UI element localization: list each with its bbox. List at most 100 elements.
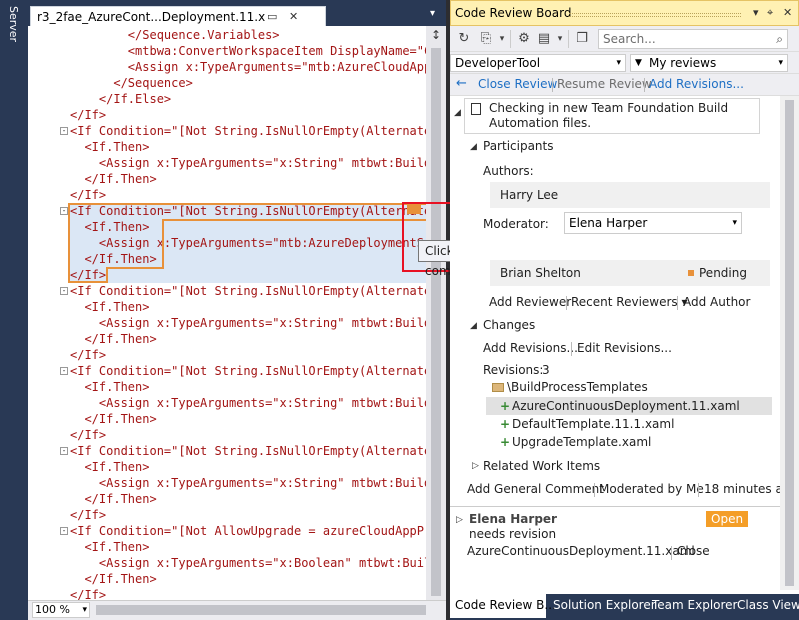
related-work-items-header[interactable]: Related Work Items <box>483 459 600 473</box>
document-tab[interactable]: r3_2fae_AzureCont...Deployment.11.xaml ▭… <box>30 6 326 26</box>
panel-toolbar: ↻ ⎘ ▾ ⚙ ▤ ▾ ❐ Search... ⌕ <box>450 26 799 52</box>
separator <box>566 296 567 310</box>
add-author-link[interactable]: Add Author <box>683 295 750 309</box>
expand-triangle-icon[interactable]: ▷ <box>456 515 463 525</box>
code-area[interactable]: </Sequence.Variables> <mtbwa:ConvertWork… <box>28 26 426 600</box>
chevron-down-icon[interactable]: ▾ <box>492 30 512 48</box>
code-line: <Assign x:TypeArguments="x:String" mtbwt… <box>70 316 426 330</box>
panel-scrollbar[interactable] <box>780 96 799 590</box>
changes-header[interactable]: Changes <box>483 318 535 332</box>
search-icon[interactable]: ⌕ <box>776 30 783 48</box>
code-line: </If> <box>70 188 107 202</box>
scroll-thumb[interactable] <box>785 100 794 586</box>
ide-window: Server Explorer r3_2fae_AzureCont...Depl… <box>0 0 799 620</box>
close-comment-link[interactable]: Close <box>677 544 710 558</box>
filter-select[interactable]: ▼ My reviews ▾ <box>630 54 788 72</box>
scroll-thumb[interactable] <box>431 48 441 596</box>
comment-outline <box>106 267 164 269</box>
tab-class-view[interactable]: Class View <box>737 594 799 618</box>
expand-triangle-icon[interactable]: ▷ <box>472 461 479 471</box>
add-revisions-link[interactable]: Add Revisions... <box>649 74 744 94</box>
close-review-link[interactable]: Close Review <box>478 74 557 94</box>
code-line: <If Condition="[Not String.IsNullOrEmpty… <box>70 284 426 298</box>
code-line: <Assign x:TypeArguments="mtb:AzureCloudA… <box>70 60 426 74</box>
tab-team-explorer[interactable]: Team Explorer <box>652 594 738 618</box>
server-explorer-tab[interactable]: Server Explorer <box>3 6 23 86</box>
close-icon[interactable]: ✕ <box>289 7 298 27</box>
separator <box>677 296 678 310</box>
collapse-icon[interactable]: - <box>60 527 68 535</box>
vertical-scrollbar[interactable]: ↕ <box>426 26 446 600</box>
revisions-count: 3 <box>542 363 550 377</box>
code-line: </If> <box>70 108 107 122</box>
code-line: </If.Then> <box>70 492 157 506</box>
tab-dropdown-icon[interactable]: ▾ <box>430 8 435 19</box>
refresh-icon[interactable]: ↻ <box>454 30 474 48</box>
moderator-select[interactable]: Elena Harper ▾ <box>564 212 742 234</box>
chevron-down-icon: ▾ <box>616 58 621 68</box>
collapse-triangle-icon[interactable]: ◢ <box>454 108 461 118</box>
code-line: <If.Then> <box>70 380 150 394</box>
collapse-icon[interactable]: - <box>60 207 68 215</box>
collapse-icon[interactable]: - <box>60 367 68 375</box>
separator <box>644 78 645 92</box>
tab-code-review-board[interactable]: Code Review B... <box>450 594 556 618</box>
collapse-icon[interactable]: - <box>60 287 68 295</box>
add-general-comment-link[interactable]: Add General Comment <box>467 482 604 496</box>
participants-header[interactable]: Participants <box>483 139 554 153</box>
review-title-box: Checking in new Team Foundation Build Au… <box>464 98 760 134</box>
side-tab-strip: Server Explorer <box>0 0 28 620</box>
chevron-down-icon: ▾ <box>778 58 783 68</box>
file-item[interactable]: UpgradeTemplate.xaml <box>512 435 651 449</box>
search-input[interactable]: Search... ⌕ <box>598 29 788 49</box>
project-select[interactable]: DeveloperTool ▾ <box>450 54 626 72</box>
collapse-icon[interactable]: - <box>60 447 68 455</box>
comment-file-link[interactable]: AzureContinuousDeployment.11.xaml <box>467 544 695 558</box>
collapse-icon[interactable]: - <box>60 127 68 135</box>
chevron-down-icon: ▾ <box>82 605 87 615</box>
moderated-by: Moderated by Me <box>599 482 704 496</box>
toolbar-separator <box>510 30 511 48</box>
collapse-triangle-icon[interactable]: ◢ <box>470 321 477 331</box>
chevron-down-icon: ▾ <box>732 218 737 228</box>
separator <box>552 78 553 92</box>
code-line: </If.Then> <box>70 332 157 346</box>
split-icon[interactable]: ↕ <box>428 28 444 42</box>
comment-text: needs revision <box>469 527 557 541</box>
horizontal-scrollbar[interactable] <box>96 605 426 615</box>
search-placeholder: Search... <box>603 32 656 46</box>
windows-icon[interactable]: ❐ <box>572 30 592 48</box>
back-arrow-icon[interactable]: ← <box>456 74 467 94</box>
collapse-triangle-icon[interactable]: ◢ <box>470 142 477 152</box>
file-item[interactable]: DefaultTemplate.11.1.xaml <box>512 417 674 431</box>
comment-outline <box>162 219 426 221</box>
panel-menu-icon[interactable]: ▾ <box>753 6 759 19</box>
add-revisions-link-2[interactable]: Add Revisions... <box>483 341 578 355</box>
close-icon[interactable]: ✕ <box>783 6 792 19</box>
add-reviewer-link[interactable]: Add Reviewer <box>489 295 571 309</box>
code-line: </If> <box>70 588 107 600</box>
filter-row: DeveloperTool ▾ ▼ My reviews ▾ <box>450 52 799 74</box>
edit-revisions-link[interactable]: Edit Revisions... <box>577 341 672 355</box>
file-item[interactable]: AzureContinuousDeployment.11.xaml <box>512 399 740 413</box>
pin-icon[interactable]: ▭ <box>267 7 277 27</box>
recent-reviewers-link[interactable]: Recent Reviewers ▾ <box>571 295 688 309</box>
title-grip[interactable] <box>569 13 741 17</box>
resume-review-link: Resume Review <box>557 77 652 91</box>
added-file-icon: + <box>500 399 511 413</box>
folder-name: \BuildProcessTemplates <box>507 380 648 394</box>
zoom-select[interactable]: 100 % ▾ <box>32 602 90 618</box>
tab-solution-explorer[interactable]: Solution Explorer <box>553 594 656 618</box>
comment-outline <box>68 203 70 283</box>
added-file-icon: + <box>500 417 511 431</box>
added-file-icon: + <box>500 435 511 449</box>
separator <box>698 483 699 497</box>
chevron-down-icon[interactable]: ▾ <box>550 30 570 48</box>
review-title: Checking in new Team Foundation Build Au… <box>489 101 729 130</box>
moderator-label: Moderator: <box>483 217 549 231</box>
pin-icon[interactable]: ⌖ <box>767 6 773 20</box>
gear-icon[interactable]: ⚙ <box>514 30 534 48</box>
comment-status-badge: Open <box>706 511 749 527</box>
separator <box>671 546 672 560</box>
code-review-panel: Code Review Board ▾ ⌖ ✕ ↻ ⎘ ▾ ⚙ ▤ ▾ ❐ Se… <box>450 0 799 620</box>
